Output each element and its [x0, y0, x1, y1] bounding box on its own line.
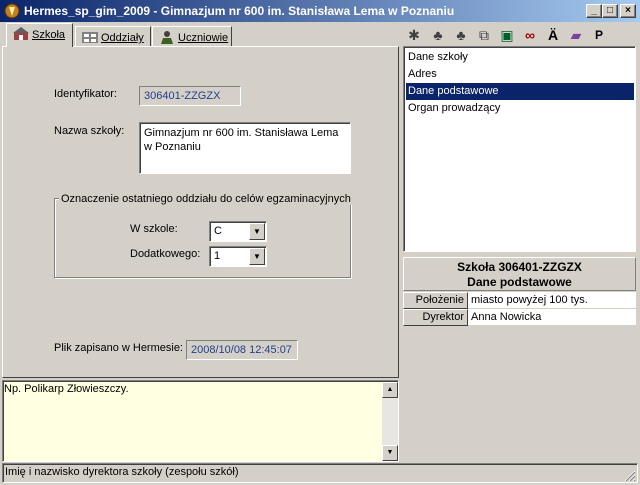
maximize-button[interactable]: □	[602, 4, 618, 18]
hint-text: Np. Polikarp Złowieszczy.	[4, 383, 129, 395]
persons-icon[interactable]: ♣	[450, 25, 472, 45]
students-icon	[159, 30, 175, 44]
saved-label: Plik zapisano w Hermesie:	[54, 342, 183, 354]
copy-icon[interactable]: ⧉	[473, 25, 495, 45]
memo-scrollbar[interactable]: ▲ ▼	[382, 382, 398, 461]
list-item-dane-szkoly[interactable]: Dane szkoły	[406, 49, 634, 66]
info-title: Szkoła 306401-ZZGZX	[457, 260, 582, 274]
add-person-icon[interactable]: ✱	[403, 25, 425, 45]
classes-icon	[82, 30, 98, 44]
tab-szkola-label: Szkoła	[32, 29, 66, 41]
chevron-down-icon[interactable]: ▼	[249, 248, 265, 265]
list-item-adres[interactable]: Adres	[406, 66, 634, 83]
person-icon[interactable]: ♣	[427, 25, 449, 45]
chevron-down-icon[interactable]: ▼	[249, 223, 265, 240]
additional-value: 1	[214, 250, 221, 262]
in-school-value: C	[214, 225, 222, 237]
scroll-down-icon[interactable]: ▼	[382, 445, 398, 461]
title-bar[interactable]: Hermes_sp_gim_2009 - Gimnazjum nr 600 im…	[0, 0, 640, 22]
list-item-organ-prowadzacy[interactable]: Organ prowadzący	[406, 100, 634, 117]
additional-label: Dodatkowego:	[130, 248, 201, 260]
saved-timestamp: 2008/10/08 12:45:07	[186, 340, 298, 360]
app-icon	[4, 3, 20, 19]
binoculars-icon[interactable]: ∞	[519, 25, 541, 45]
tab-szkola[interactable]: Szkoła	[6, 23, 73, 47]
director-button[interactable]: Dyrektor	[403, 309, 468, 326]
identifier-label: Identyfikator:	[54, 88, 117, 100]
identifier-field: 306401-ZZGZX	[139, 86, 241, 106]
school-icon	[13, 27, 29, 41]
tab-uczniowie[interactable]: Uczniowie	[152, 26, 232, 46]
minimize-button[interactable]: _	[586, 4, 602, 18]
tab-uczniowie-label: Uczniowie	[178, 32, 229, 44]
status-text: Imię i nazwisko dyrektora szkoły (zespoł…	[5, 466, 239, 478]
in-school-label: W szkole:	[130, 223, 178, 235]
info-subtitle: Dane podstawowe	[467, 275, 572, 289]
a-umlaut-icon[interactable]: Ä	[542, 25, 564, 45]
location-button[interactable]: Położenie	[403, 292, 468, 309]
tab-oddzialy[interactable]: Oddziały	[75, 26, 151, 46]
additional-select[interactable]: 1 ▼	[209, 246, 267, 267]
save-icon[interactable]: ▣	[496, 25, 518, 45]
p-letter-icon[interactable]: P	[588, 25, 610, 45]
close-button[interactable]: ×	[620, 4, 636, 18]
book-icon[interactable]: ▰	[565, 25, 587, 45]
section-list[interactable]: Dane szkoły Adres Dane podstawowe Organ …	[403, 46, 636, 252]
window-title: Hermes_sp_gim_2009 - Gimnazjum nr 600 im…	[24, 4, 455, 18]
exam-class-group	[54, 198, 351, 278]
school-name-label: Nazwa szkoły:	[54, 125, 125, 137]
list-item-dane-podstawowe[interactable]: Dane podstawowe	[406, 83, 634, 100]
director-value: Anna Nowicka	[468, 309, 636, 326]
tab-oddzialy-label: Oddziały	[101, 32, 144, 44]
info-header: Szkoła 306401-ZZGZX Dane podstawowe	[403, 257, 636, 291]
scroll-up-icon[interactable]: ▲	[382, 382, 398, 398]
school-name-field[interactable]: Gimnazjum nr 600 im. Stanisława Lema w P…	[139, 122, 351, 174]
in-school-select[interactable]: C ▼	[209, 221, 267, 242]
location-value: miasto powyżej 100 tys.	[468, 292, 636, 309]
resize-grip-icon[interactable]	[622, 468, 636, 482]
exam-class-group-title: Oznaczenie ostatniego oddziału do celów …	[59, 193, 353, 205]
